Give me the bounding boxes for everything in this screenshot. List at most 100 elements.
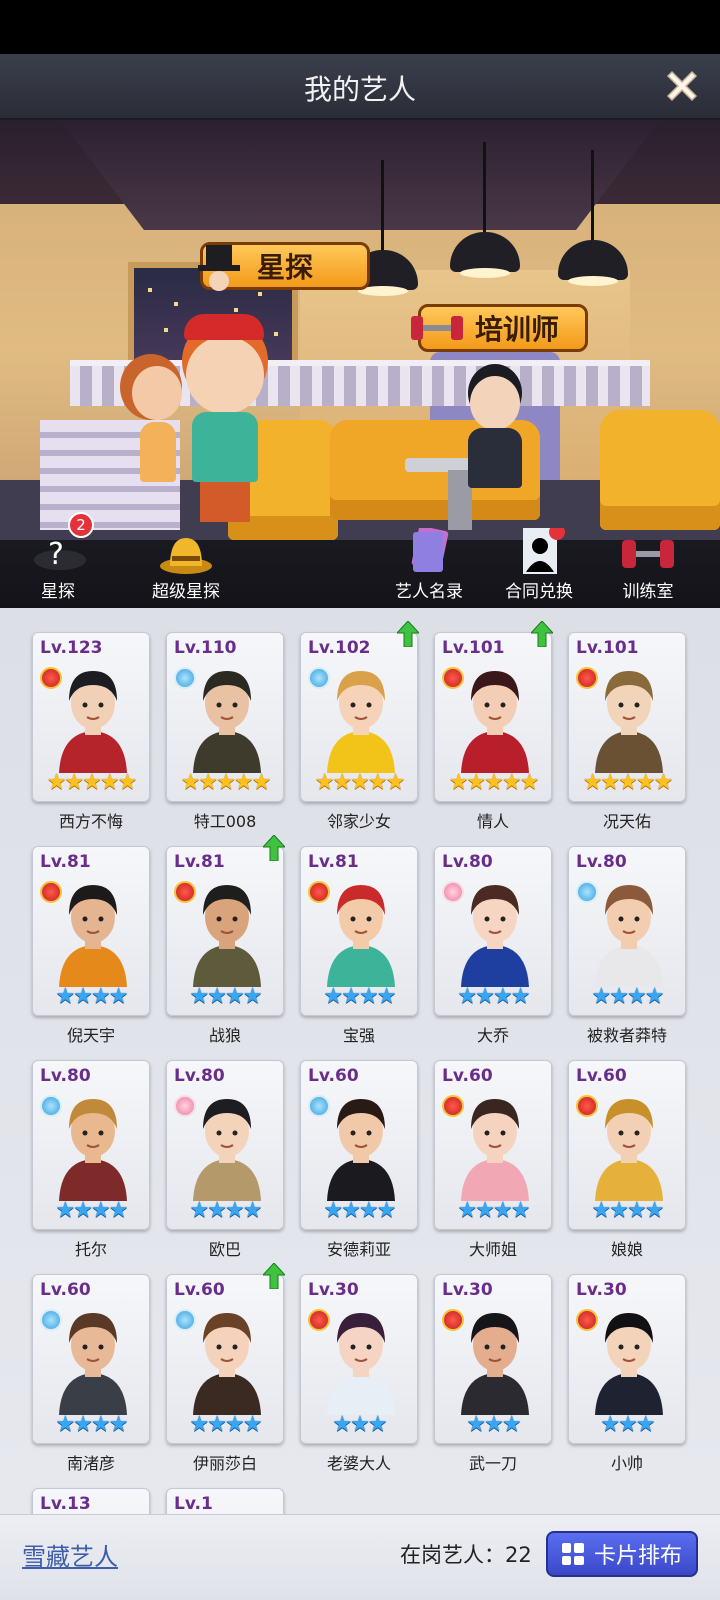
artist-card[interactable]: Lv.102 ★★★★★ [300,621,419,802]
artist-star-rating: ★★★★ [55,984,129,1009]
studio-scene: 星探 培训师 [0,120,720,540]
artist-card[interactable]: Lv.60 ★★★★ [300,1060,418,1230]
snow-artists-link[interactable]: 雪藏艺人 [22,1537,118,1572]
artist-portrait [59,671,127,773]
artist-name: 南渚彦 [66,1454,115,1473]
toolbar-super-scout[interactable]: 超级星探 [134,538,238,608]
artist-portrait [595,1313,663,1415]
artist-card[interactable]: Lv.60 ★★★★ [166,1263,285,1444]
toolbar-scout[interactable]: ? 2 星探 [10,512,106,608]
artist-card[interactable]: Lv.30 ★★★ [300,1274,418,1444]
artist-card[interactable]: Lv.60 ★★★★ [434,1060,552,1230]
artist-star-rating: ★★★★ [189,1198,263,1223]
contract-silhouette-icon [509,524,569,578]
artist-star-rating: ★★★★★ [314,770,406,795]
artist-star-rating: ★★★★ [189,1412,263,1437]
toolbar-artist-catalog[interactable]: 艺人名录 [374,526,484,608]
close-button[interactable] [662,66,702,106]
artist-level: Lv.80 [40,1066,91,1086]
active-artist-count: 在岗艺人：22 [400,1539,532,1569]
dumbbell-icon [407,298,467,358]
artist-card[interactable]: Lv.60 ★★★★ [568,1060,686,1230]
toolbar-contract-exchange[interactable]: 合同兑换 [494,524,584,608]
artist-star-rating: ★★★★ [323,984,397,1009]
artist-star-rating: ★★★★ [189,984,263,1009]
catalog-book-icon [399,526,459,578]
page-title: 我的艺人 [303,73,416,106]
artist-card[interactable]: Lv.80 ★★★★ [568,846,686,1016]
artist-card[interactable]: Lv.1 [166,1488,284,1514]
artist-portrait [461,671,529,773]
upgrade-arrow-icon [531,621,553,647]
artist-card[interactable]: Lv.80 ★★★★ [434,846,552,1016]
trainer-sign[interactable]: 培训师 [411,304,588,352]
toolbar-training-room[interactable]: 训练室 [602,540,694,608]
status-bar [0,0,720,54]
artist-portrait [59,1313,127,1415]
artist-star-rating: ★★★★ [457,984,531,1009]
artist-level: Lv.101 [442,638,505,658]
artist-grid: Lv.123 ★★★★★ 西方不悔 Lv.110 ★★★★★ 特工008 Lv.102 ★★★… [0,608,720,1514]
artist-level: Lv.30 [442,1280,493,1300]
artist-star-rating: ★★★★★ [448,770,540,795]
svg-text:?: ? [48,537,64,572]
upgrade-arrow-icon [263,1263,285,1289]
artist-star-rating: ★★★★ [457,1198,531,1223]
artist-name: 安德莉亚 [326,1240,391,1259]
artist-name: 娘娘 [610,1240,643,1259]
artist-level: Lv.80 [174,1066,225,1086]
artist-star-rating: ★★★★ [591,984,665,1009]
artist-card[interactable]: Lv.80 ★★★★ [166,1060,284,1230]
count-value: 22 [505,1543,532,1567]
artist-portrait [595,671,663,773]
artist-card[interactable]: Lv.13 [32,1488,150,1514]
artist-name: 伊丽莎白 [192,1454,257,1473]
upgrade-arrow-icon [397,621,419,647]
artist-level: Lv.60 [174,1280,225,1300]
toolbar-label: 合同兑换 [505,582,573,602]
footer: 雪藏艺人 在岗艺人：22 卡片排布 [0,1514,720,1600]
toolbar-label: 训练室 [622,582,674,602]
toolbar: ? 2 星探 超级星探 艺人名录 合同兑换 训练室 [0,512,720,608]
artist-card[interactable]: Lv.60 ★★★★ [32,1274,150,1444]
artist-level: Lv.80 [442,852,493,872]
dumbbell-icon [618,528,678,578]
artist-card[interactable]: Lv.30 ★★★ [434,1274,552,1444]
artist-name: 大乔 [476,1026,509,1045]
artist-level: Lv.1 [174,1494,213,1514]
artist-level: Lv.81 [40,852,91,872]
artist-portrait [193,885,261,987]
golden-hat-icon [156,528,216,578]
scout-sign-label: 星探 [257,251,314,284]
artist-card[interactable]: Lv.101 ★★★★★ [434,621,553,802]
card-layout-button[interactable]: 卡片排布 [546,1531,698,1577]
artist-card[interactable]: Lv.101 ★★★★★ [568,632,686,802]
artist-card[interactable]: Lv.81 ★★★★ [166,835,285,1016]
artist-name: 倪天宇 [66,1026,115,1045]
artist-card[interactable]: Lv.30 ★★★ [568,1274,686,1444]
artist-card[interactable]: Lv.81 ★★★★ [300,846,418,1016]
artist-star-rating: ★★★ [332,1412,387,1437]
grid-icon [561,1543,584,1565]
artist-level: Lv.60 [576,1066,627,1086]
artist-card[interactable]: Lv.123 ★★★★★ [32,632,150,802]
scout-sign[interactable]: 星探 [198,242,370,291]
top-hat-icon [189,236,249,296]
artist-level: Lv.30 [308,1280,359,1300]
artist-card[interactable]: Lv.80 ★★★★ [32,1060,150,1230]
artist-star-rating: ★★★★★ [180,770,272,795]
artist-portrait [193,671,261,773]
baoqiang-character[interactable] [180,300,270,530]
artist-card[interactable]: Lv.81 ★★★★ [32,846,150,1016]
ceiling [60,120,660,230]
artist-star-rating: ★★★★ [323,1198,397,1223]
artist-portrait [327,885,395,987]
scout-badge: 2 [68,512,94,538]
trainer-sign-label: 培训师 [475,313,560,346]
artist-card[interactable]: Lv.110 ★★★★★ [166,632,284,802]
artist-name: 宝强 [342,1026,375,1045]
artist-name: 托尔 [74,1240,107,1259]
artist-level: Lv.123 [40,638,103,658]
trainer-character[interactable] [460,370,530,500]
artist-name: 西方不悔 [58,812,123,831]
